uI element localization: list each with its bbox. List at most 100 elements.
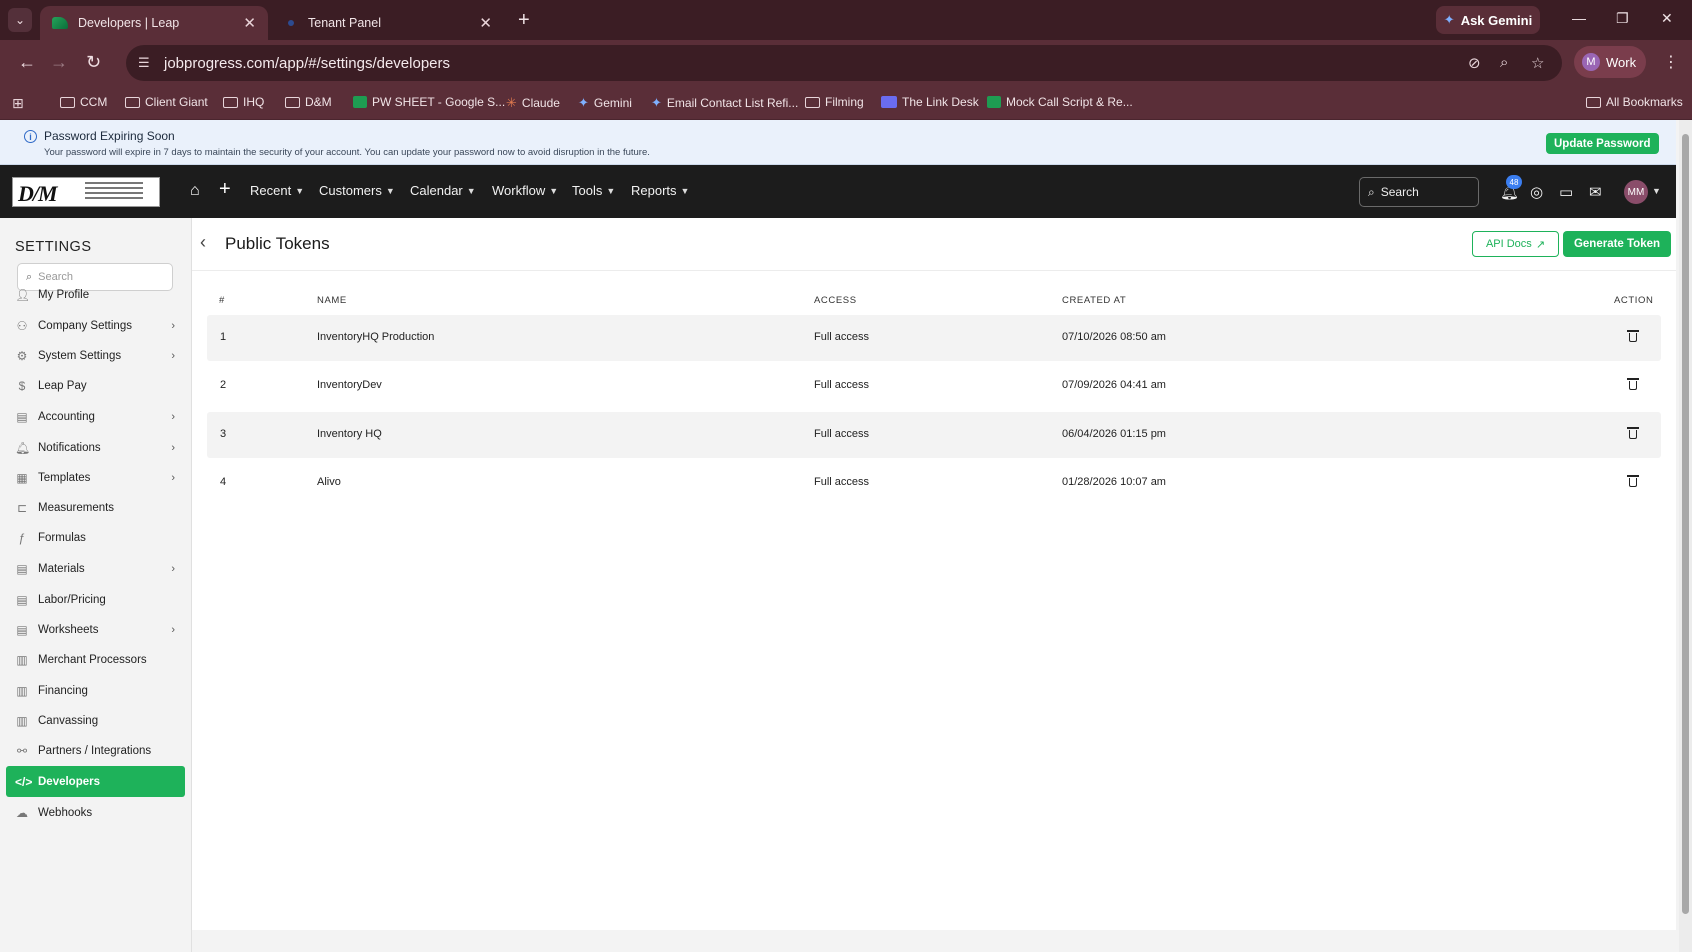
- nav-menu-tools[interactable]: Tools ▼: [572, 183, 615, 198]
- minimize-icon[interactable]: —: [1572, 10, 1586, 26]
- company-icon: ⚇: [16, 318, 28, 333]
- sidebar-item-webhooks[interactable]: ☁ Webhooks: [6, 797, 185, 828]
- sidebar-item-canvassing[interactable]: ▥ Canvassing: [6, 705, 185, 736]
- sidebar-item-worksheets[interactable]: ▤ Worksheets ›: [6, 614, 185, 645]
- sidebar-item-financing[interactable]: ▥ Financing: [6, 675, 185, 706]
- generate-token-button[interactable]: Generate Token: [1563, 231, 1671, 257]
- sidebar-item-measurements[interactable]: ⊏ Measurements: [6, 492, 185, 523]
- sidebar-item-label: Worksheets: [38, 623, 99, 636]
- footer-strip: [192, 930, 1679, 952]
- bookmark-item[interactable]: IHQ: [223, 95, 264, 109]
- sidebar-item-label: My Profile: [38, 288, 90, 301]
- browser-tab-tenant-panel[interactable]: Tenant Panel ✕: [272, 6, 504, 40]
- bookmark-item[interactable]: Client Giant: [125, 95, 208, 109]
- apps-grid-icon[interactable]: ⊞: [12, 95, 24, 112]
- bookmark-item[interactable]: CCM: [60, 95, 107, 109]
- sidebar-item-label: Accounting: [38, 410, 95, 423]
- company-logo[interactable]: D/M: [12, 177, 160, 207]
- eye-off-icon[interactable]: ⊘: [1468, 54, 1481, 72]
- chat-icon[interactable]: ▭: [1559, 183, 1573, 201]
- nav-menu-workflow[interactable]: Workflow ▼: [492, 183, 558, 198]
- sidebar-item-label: Merchant Processors: [38, 653, 147, 666]
- trash-icon[interactable]: [1627, 427, 1639, 439]
- nav-menu-customers[interactable]: Customers ▼: [319, 183, 395, 198]
- address-bar[interactable]: ☰ jobprogress.com/app/#/settings/develop…: [126, 45, 1562, 81]
- forward-arrow-icon[interactable]: →: [50, 52, 68, 72]
- sidebar-item-formulas[interactable]: ƒ Formulas: [6, 522, 185, 553]
- bookmark-item[interactable]: Filming: [805, 95, 864, 109]
- token-access: Full access: [814, 428, 870, 440]
- tab-title: Tenant Panel: [308, 16, 381, 30]
- restore-icon[interactable]: ❐: [1616, 10, 1629, 27]
- sidebar-item-merchant-processors[interactable]: ▥ Merchant Processors: [6, 644, 185, 675]
- sidebar-item-developers[interactable]: </> Developers: [6, 766, 185, 797]
- back-chevron-icon[interactable]: ‹: [200, 232, 206, 253]
- sidebar-item-company-settings[interactable]: ⚇ Company Settings ›: [6, 310, 185, 341]
- folder-icon: [60, 96, 75, 108]
- global-search-input[interactable]: ⌕ Search: [1359, 177, 1479, 207]
- nav-menu-reports[interactable]: Reports ▼: [631, 183, 689, 198]
- trash-icon[interactable]: [1627, 330, 1639, 342]
- sidebar-item-label: Labor/Pricing: [38, 593, 106, 606]
- chevron-down-icon[interactable]: ▼: [1652, 186, 1661, 196]
- gemini-sparkle-icon: ✦: [1443, 12, 1455, 27]
- token-access: Full access: [814, 379, 870, 391]
- nav-menu-calendar[interactable]: Calendar ▼: [410, 183, 476, 198]
- token-name: Alivo: [317, 476, 341, 488]
- chevron-down-icon: ▼: [385, 185, 395, 196]
- bookmark-item[interactable]: ✳ Claude: [506, 95, 560, 111]
- page-icon: [881, 96, 897, 108]
- browser-menu-icon[interactable]: ⋮: [1663, 52, 1679, 72]
- tab-search-icon[interactable]: ⌄: [8, 8, 32, 32]
- page-scrollbar[interactable]: [1679, 120, 1692, 952]
- sidebar-item-templates[interactable]: ▦ Templates ›: [6, 462, 185, 493]
- all-bookmarks-label: All Bookmarks: [1606, 95, 1683, 109]
- back-arrow-icon[interactable]: ←: [18, 52, 36, 72]
- api-docs-button[interactable]: API Docs ↗: [1472, 231, 1559, 257]
- sidebar-item-accounting[interactable]: ▤ Accounting ›: [6, 401, 185, 432]
- chevron-right-icon: ›: [171, 623, 175, 636]
- nav-menu-recent[interactable]: Recent ▼: [250, 183, 304, 198]
- header-divider: [192, 270, 1676, 271]
- close-tab-icon[interactable]: ✕: [479, 14, 492, 32]
- sidebar-item-labor-pricing[interactable]: ▤ Labor/Pricing: [6, 584, 185, 615]
- zoom-icon[interactable]: ⌕: [1500, 54, 1508, 71]
- ask-gemini-button[interactable]: ✦ Ask Gemini: [1436, 6, 1540, 34]
- reload-icon[interactable]: ↻: [86, 52, 101, 72]
- sidebar-item-system-settings[interactable]: ⚙ System Settings ›: [6, 340, 185, 371]
- url-text[interactable]: jobprogress.com/app/#/settings/developer…: [164, 55, 450, 72]
- home-icon[interactable]: ⌂: [190, 182, 200, 200]
- sidebar-item-notifications[interactable]: 🔔︎ Notifications ›: [6, 432, 185, 463]
- user-avatar[interactable]: MM: [1624, 180, 1648, 204]
- sidebar-item-materials[interactable]: ▤ Materials ›: [6, 553, 185, 584]
- profile-button[interactable]: M Work: [1574, 46, 1646, 78]
- sidebar-item-leap-pay[interactable]: $ Leap Pay: [6, 370, 185, 401]
- new-tab-icon[interactable]: +: [518, 8, 530, 32]
- trash-icon[interactable]: [1627, 378, 1639, 390]
- star-bookmark-icon[interactable]: ☆: [1531, 54, 1544, 72]
- window-close-icon[interactable]: ✕: [1661, 10, 1673, 27]
- trash-icon[interactable]: [1627, 475, 1639, 487]
- site-settings-icon[interactable]: ☰: [138, 55, 150, 71]
- close-tab-icon[interactable]: ✕: [243, 14, 256, 32]
- bookmark-item[interactable]: ✦ Email Contact List Refi...: [651, 95, 798, 111]
- bookmarks-bar: ⊞ CCM Client Giant IHQ D&M PW SHEET - Go…: [0, 86, 1692, 120]
- update-password-button[interactable]: Update Password: [1546, 133, 1659, 154]
- bookmark-item[interactable]: Mock Call Script & Re...: [987, 95, 1133, 109]
- bookmark-item[interactable]: The Link Desk: [881, 95, 979, 109]
- sidebar-item-partners-integrations[interactable]: ⚯ Partners / Integrations: [6, 735, 185, 766]
- bookmark-item[interactable]: D&M: [285, 95, 332, 109]
- mail-icon[interactable]: ✉: [1589, 183, 1602, 201]
- bookmark-label: The Link Desk: [902, 95, 979, 109]
- bookmark-item[interactable]: PW SHEET - Google S...: [353, 95, 505, 109]
- bookmark-label: CCM: [80, 95, 108, 109]
- sidebar-item-my-profile[interactable]: 👤︎ My Profile: [6, 279, 185, 310]
- browser-tab-developers[interactable]: Developers | Leap ✕: [40, 6, 268, 40]
- scrollbar-thumb[interactable]: [1682, 134, 1689, 914]
- check-circle-icon[interactable]: ◎: [1530, 183, 1543, 201]
- all-bookmarks[interactable]: All Bookmarks: [1586, 95, 1683, 109]
- add-icon[interactable]: +: [219, 178, 231, 201]
- chevron-right-icon: ›: [171, 319, 175, 332]
- row-number: 2: [220, 379, 227, 391]
- bookmark-item[interactable]: ✦ Gemini: [578, 95, 632, 111]
